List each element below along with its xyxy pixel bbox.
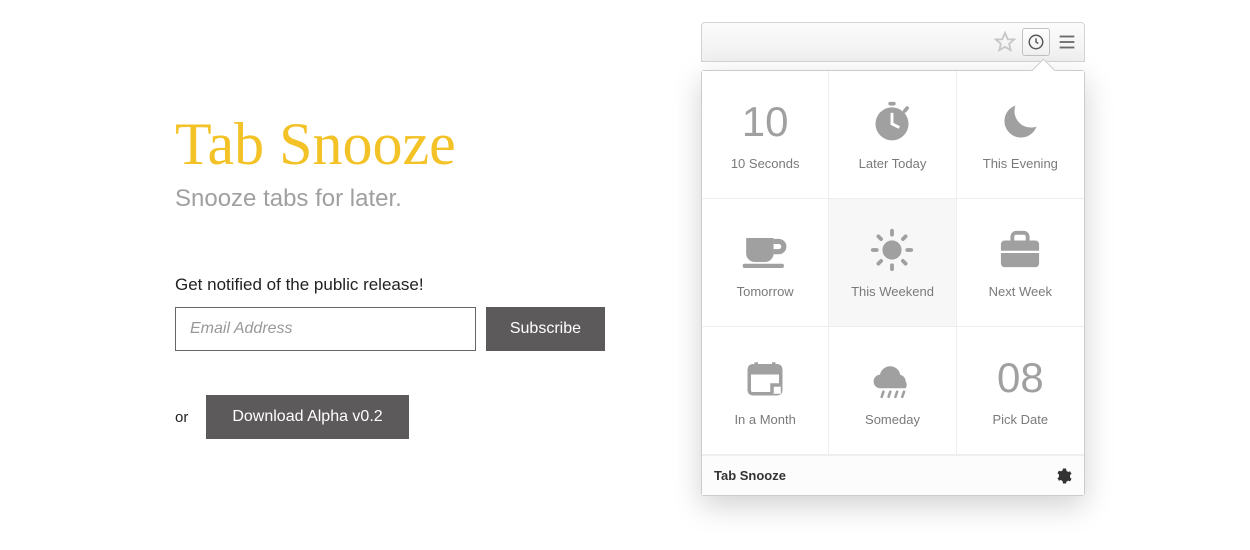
browser-toolbar xyxy=(701,22,1085,62)
tile-label: Later Today xyxy=(859,156,927,171)
email-field[interactable] xyxy=(175,307,476,351)
tile-label: In a Month xyxy=(734,412,795,427)
clock-icon xyxy=(1027,33,1045,51)
tile-label: This Weekend xyxy=(851,284,934,299)
zero-eight-icon: 08 xyxy=(996,354,1044,402)
ten-icon: 10 xyxy=(741,98,789,146)
cloud-icon xyxy=(868,354,916,402)
star-icon[interactable] xyxy=(994,31,1016,53)
tile-10-seconds[interactable]: 10 10 Seconds xyxy=(702,71,829,199)
tile-label: Pick Date xyxy=(993,412,1049,427)
subscribe-row: Subscribe xyxy=(175,307,605,351)
download-button[interactable]: Download Alpha v0.2 xyxy=(206,395,408,439)
tile-label: Someday xyxy=(865,412,920,427)
moon-icon xyxy=(996,98,1044,146)
tile-pick-date[interactable]: 08 Pick Date xyxy=(957,327,1084,455)
landing-hero: Tab Snooze Snooze tabs for later. Get no… xyxy=(175,110,605,439)
tile-label: Next Week xyxy=(989,284,1052,299)
tile-next-week[interactable]: Next Week xyxy=(957,199,1084,327)
tile-in-a-month[interactable]: In a Month xyxy=(702,327,829,455)
tile-this-evening[interactable]: This Evening xyxy=(957,71,1084,199)
menu-icon[interactable] xyxy=(1056,31,1078,53)
stopwatch-icon xyxy=(868,98,916,146)
tile-label: 10 Seconds xyxy=(731,156,800,171)
tile-this-weekend[interactable]: This Weekend xyxy=(829,199,956,327)
tile-label: Tomorrow xyxy=(737,284,794,299)
tile-someday[interactable]: Someday xyxy=(829,327,956,455)
subscribe-button[interactable]: Subscribe xyxy=(486,307,605,351)
notify-label: Get notified of the public release! xyxy=(175,275,605,295)
gear-icon[interactable] xyxy=(1054,467,1072,485)
snooze-popup: 10 10 Seconds Later Today This Evening xyxy=(701,70,1085,496)
tile-tomorrow[interactable]: Tomorrow xyxy=(702,199,829,327)
popup-footer: Tab Snooze xyxy=(702,455,1084,495)
briefcase-icon xyxy=(996,226,1044,274)
tile-later-today[interactable]: Later Today xyxy=(829,71,956,199)
tile-label: This Evening xyxy=(983,156,1058,171)
extension-icon-button[interactable] xyxy=(1022,28,1050,56)
extension-screenshot: 10 10 Seconds Later Today This Evening xyxy=(701,22,1085,496)
calendar-icon xyxy=(741,354,789,402)
snooze-grid: 10 10 Seconds Later Today This Evening xyxy=(702,71,1084,455)
page-title: Tab Snooze xyxy=(175,110,605,179)
or-label: or xyxy=(175,409,188,426)
cup-icon xyxy=(741,226,789,274)
sun-icon xyxy=(868,226,916,274)
page-tagline: Snooze tabs for later. xyxy=(175,185,605,213)
or-row: or Download Alpha v0.2 xyxy=(175,395,605,439)
popup-title: Tab Snooze xyxy=(714,468,786,483)
